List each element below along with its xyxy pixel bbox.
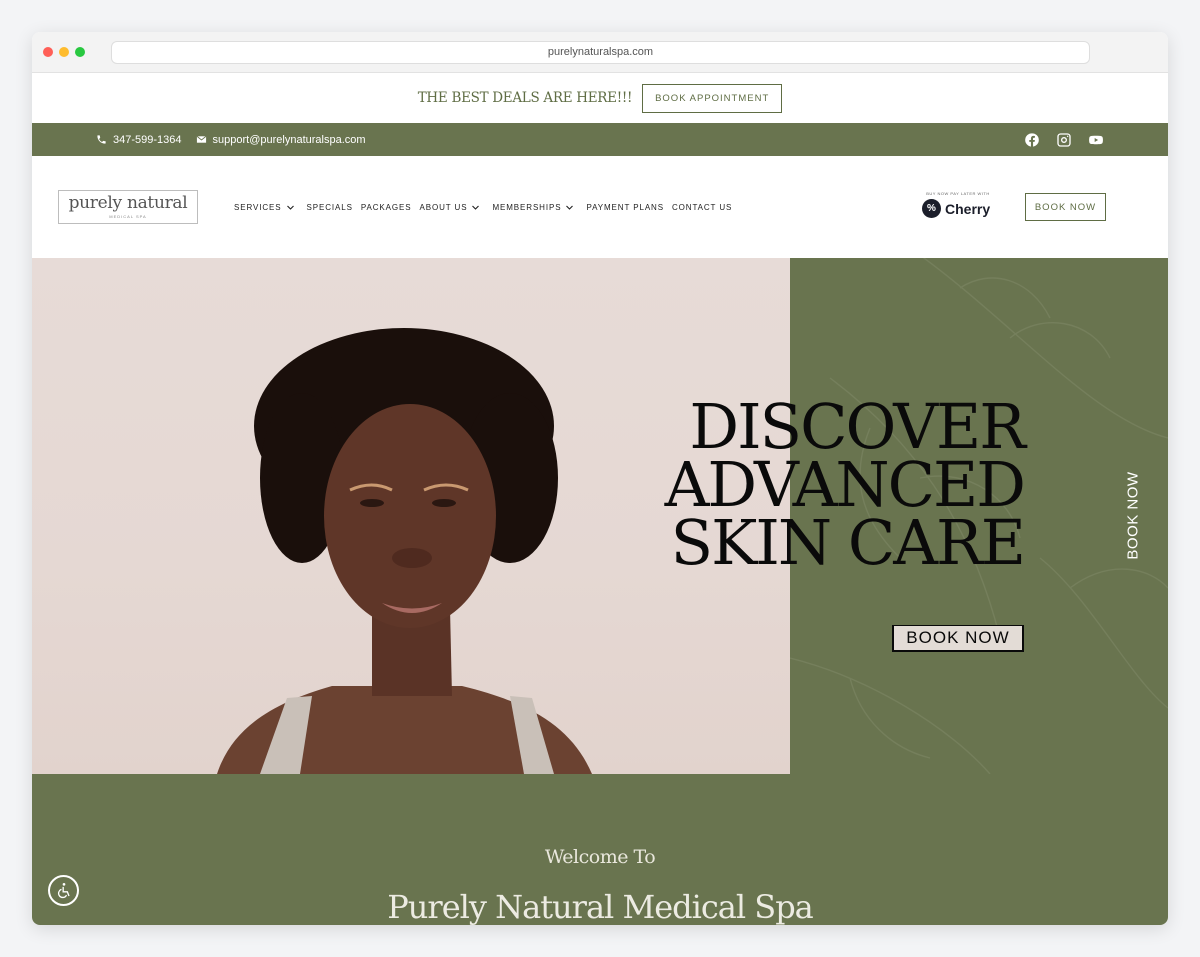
maximize-window-button[interactable] — [75, 47, 85, 57]
phone-icon — [97, 135, 106, 144]
nav-menu: SERVICES SPECIALS PACKAGES ABOUT US MEMBERSH… — [234, 203, 740, 212]
nav-item-about-us[interactable]: ABOUT US — [419, 203, 480, 212]
phone-link[interactable]: 347-599-1364 — [96, 134, 182, 146]
promo-text: THE BEST DEALS ARE HERE!!! — [417, 90, 633, 106]
accessibility-button[interactable] — [48, 875, 79, 906]
contact-bar: 347-599-1364 support@purelynaturalspa.co… — [32, 123, 1168, 156]
email-address: support@purelynaturalspa.com — [212, 133, 366, 146]
instagram-icon[interactable] — [1056, 132, 1072, 148]
nav-item-label: SPECIALS — [306, 202, 353, 212]
logo-wordmark: purely natural — [68, 193, 188, 213]
nav-item-specials[interactable]: SPECIALS — [307, 203, 353, 212]
main-nav: purely natural MEDICAL SPA SERVICES SPECI… — [32, 156, 1168, 258]
nav-item-label: PAYMENT PLANS — [586, 202, 664, 212]
nav-item-packages[interactable]: PACKAGES — [361, 203, 412, 212]
chevron-down-icon — [566, 205, 574, 210]
browser-window: purelynaturalspa.com THE BEST DEALS ARE … — [32, 32, 1168, 925]
phone-number: 347-599-1364 — [113, 133, 182, 146]
side-book-now-label: BOOK NOW — [1124, 470, 1142, 560]
nav-item-contact-us[interactable]: CONTACT US — [672, 203, 732, 212]
cherry-logo: % Cherry — [922, 199, 994, 218]
chevron-down-icon — [472, 205, 480, 210]
welcome-subheading: Welcome To — [544, 846, 656, 868]
hero-book-now-button[interactable]: BOOK NOW — [892, 625, 1024, 652]
site-logo[interactable]: purely natural MEDICAL SPA — [58, 190, 198, 224]
youtube-icon[interactable] — [1088, 132, 1104, 148]
logo-subtitle: MEDICAL SPA — [109, 214, 147, 219]
wheelchair-icon — [57, 882, 70, 898]
nav-item-label: SERVICES — [234, 202, 282, 212]
facebook-icon[interactable] — [1024, 132, 1040, 148]
cherry-name: Cherry — [945, 200, 991, 217]
welcome-title: Purely Natural Medical Spa — [387, 888, 814, 925]
book-now-button[interactable]: BOOK NOW — [1025, 193, 1106, 221]
hero-section: DISCOVER ADVANCED SKIN CARE BOOK NOW BOO… — [32, 258, 1168, 774]
promo-banner: THE BEST DEALS ARE HERE!!! BOOK APPOINTM… — [32, 73, 1168, 123]
address-bar[interactable]: purelynaturalspa.com — [111, 41, 1090, 64]
browser-chrome: purelynaturalspa.com — [32, 32, 1168, 73]
minimize-window-button[interactable] — [59, 47, 69, 57]
hero-heading: DISCOVER ADVANCED SKIN CARE — [592, 396, 1026, 579]
cherry-tagline: BUY NOW PAY LATER WITH — [926, 191, 990, 196]
close-window-button[interactable] — [43, 47, 53, 57]
chevron-down-icon — [286, 205, 294, 210]
hero-heading-line: SKIN CARE — [670, 506, 1026, 579]
envelope-icon — [196, 135, 206, 143]
social-links — [1024, 132, 1104, 148]
book-appointment-button[interactable]: BOOK APPOINTMENT — [642, 83, 783, 113]
cherry-percent-icon: % — [922, 199, 941, 218]
nav-item-payment-plans[interactable]: PAYMENT PLANS — [586, 203, 664, 212]
nav-item-label: ABOUT US — [419, 202, 468, 212]
welcome-section: Welcome To Purely Natural Medical Spa — [32, 774, 1168, 925]
side-book-now-tab[interactable]: BOOK NOW — [1123, 470, 1143, 560]
nav-item-services[interactable]: SERVICES — [234, 203, 295, 212]
nav-item-label: CONTACT US — [671, 202, 733, 212]
cherry-financing-badge[interactable]: BUY NOW PAY LATER WITH % Cherry — [922, 191, 994, 218]
nav-item-label: PACKAGES — [360, 202, 412, 212]
nav-item-memberships[interactable]: MEMBERSHIPS — [492, 203, 574, 212]
email-link[interactable]: support@purelynaturalspa.com — [196, 134, 366, 146]
nav-item-label: MEMBERSHIPS — [492, 202, 562, 212]
